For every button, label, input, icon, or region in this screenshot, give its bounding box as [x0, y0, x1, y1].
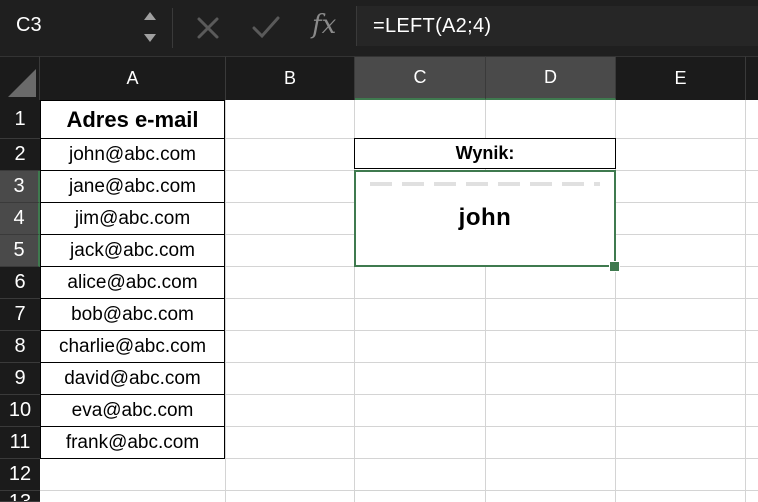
row-header-1[interactable]: 1: [0, 100, 40, 139]
chevron-down-icon[interactable]: [140, 28, 160, 48]
chevron-up-icon[interactable]: [140, 6, 160, 26]
row-header-10[interactable]: 10: [0, 395, 40, 427]
confirm-icon[interactable]: [250, 12, 282, 42]
row-header-2[interactable]: 2: [0, 139, 40, 171]
row-header-11[interactable]: 11: [0, 427, 40, 459]
formula-bar: C3 fx =LEFT(A2;4): [0, 0, 758, 56]
cell-a8[interactable]: charlie@abc.com: [40, 331, 225, 363]
cell-a5[interactable]: jack@abc.com: [40, 235, 225, 267]
column-header-b[interactable]: B: [226, 56, 355, 100]
cancel-icon[interactable]: [194, 12, 222, 42]
column-header-c[interactable]: C: [355, 56, 486, 100]
cell-a4[interactable]: jim@abc.com: [40, 203, 225, 235]
row-header-5[interactable]: 5: [0, 235, 40, 267]
row-header-9[interactable]: 9: [0, 363, 40, 395]
formula-text[interactable]: =LEFT(A2;4): [373, 15, 491, 38]
column-header-e[interactable]: E: [616, 56, 746, 100]
row-header-13[interactable]: 13: [0, 491, 40, 502]
row-header-12[interactable]: 12: [0, 459, 40, 491]
cell-a6[interactable]: alice@abc.com: [40, 267, 225, 299]
row-header-3[interactable]: 3: [0, 171, 40, 203]
cell-a2[interactable]: john@abc.com: [40, 139, 225, 171]
cell-a1-header[interactable]: Adres e-mail: [40, 100, 225, 139]
cell-c2-result-label[interactable]: Wynik:: [354, 138, 616, 169]
marching-ants-border: [370, 182, 600, 186]
cell-a10[interactable]: eva@abc.com: [40, 395, 225, 427]
fill-handle[interactable]: [609, 261, 620, 272]
row-header-4[interactable]: 4: [0, 203, 40, 235]
cell-a3[interactable]: jane@abc.com: [40, 171, 225, 203]
result-value: john: [458, 204, 512, 231]
row-header-8[interactable]: 8: [0, 331, 40, 363]
row-header-7[interactable]: 7: [0, 299, 40, 331]
sheet-grid[interactable]: Adres e-mail john@abc.com jane@abc.com j…: [40, 100, 758, 502]
column-header-a[interactable]: A: [40, 56, 226, 100]
column-header-d[interactable]: D: [486, 56, 616, 100]
formula-input[interactable]: =LEFT(A2;4): [356, 6, 758, 46]
fx-label: fx: [312, 10, 337, 40]
row-header-6[interactable]: 6: [0, 267, 40, 299]
cell-c3-result[interactable]: john: [354, 170, 616, 267]
cell-a9[interactable]: david@abc.com: [40, 363, 225, 395]
cell-a11[interactable]: frank@abc.com: [40, 427, 225, 459]
name-box-value[interactable]: C3: [16, 14, 42, 37]
insert-function-icon[interactable]: fx: [312, 10, 336, 40]
name-box[interactable]: C3: [0, 0, 130, 56]
select-all-corner[interactable]: [0, 56, 40, 100]
column-header-f[interactable]: [746, 56, 758, 100]
toolbar-divider: [172, 8, 173, 48]
cell-a7[interactable]: bob@abc.com: [40, 299, 225, 331]
